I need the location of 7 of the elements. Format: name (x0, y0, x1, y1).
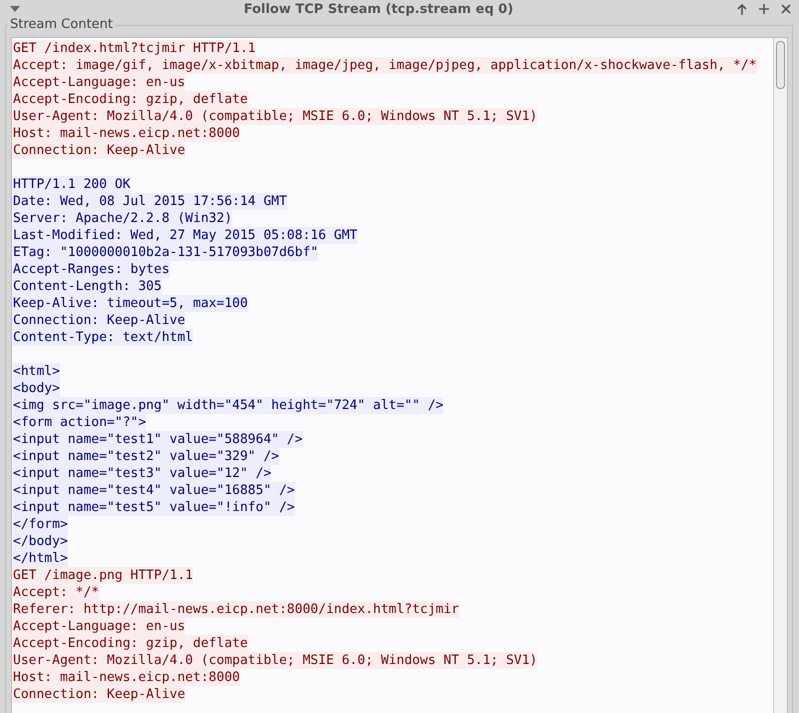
plus-icon[interactable] (757, 2, 771, 16)
scrollbar-thumb[interactable] (776, 41, 785, 89)
arrow-up-icon[interactable] (735, 2, 749, 16)
stream-text-area[interactable] (11, 37, 788, 713)
window-title: Follow TCP Stream (tcp.stream eq 0) (242, 2, 514, 16)
close-icon[interactable] (779, 2, 793, 16)
scrollbar[interactable] (773, 38, 787, 713)
